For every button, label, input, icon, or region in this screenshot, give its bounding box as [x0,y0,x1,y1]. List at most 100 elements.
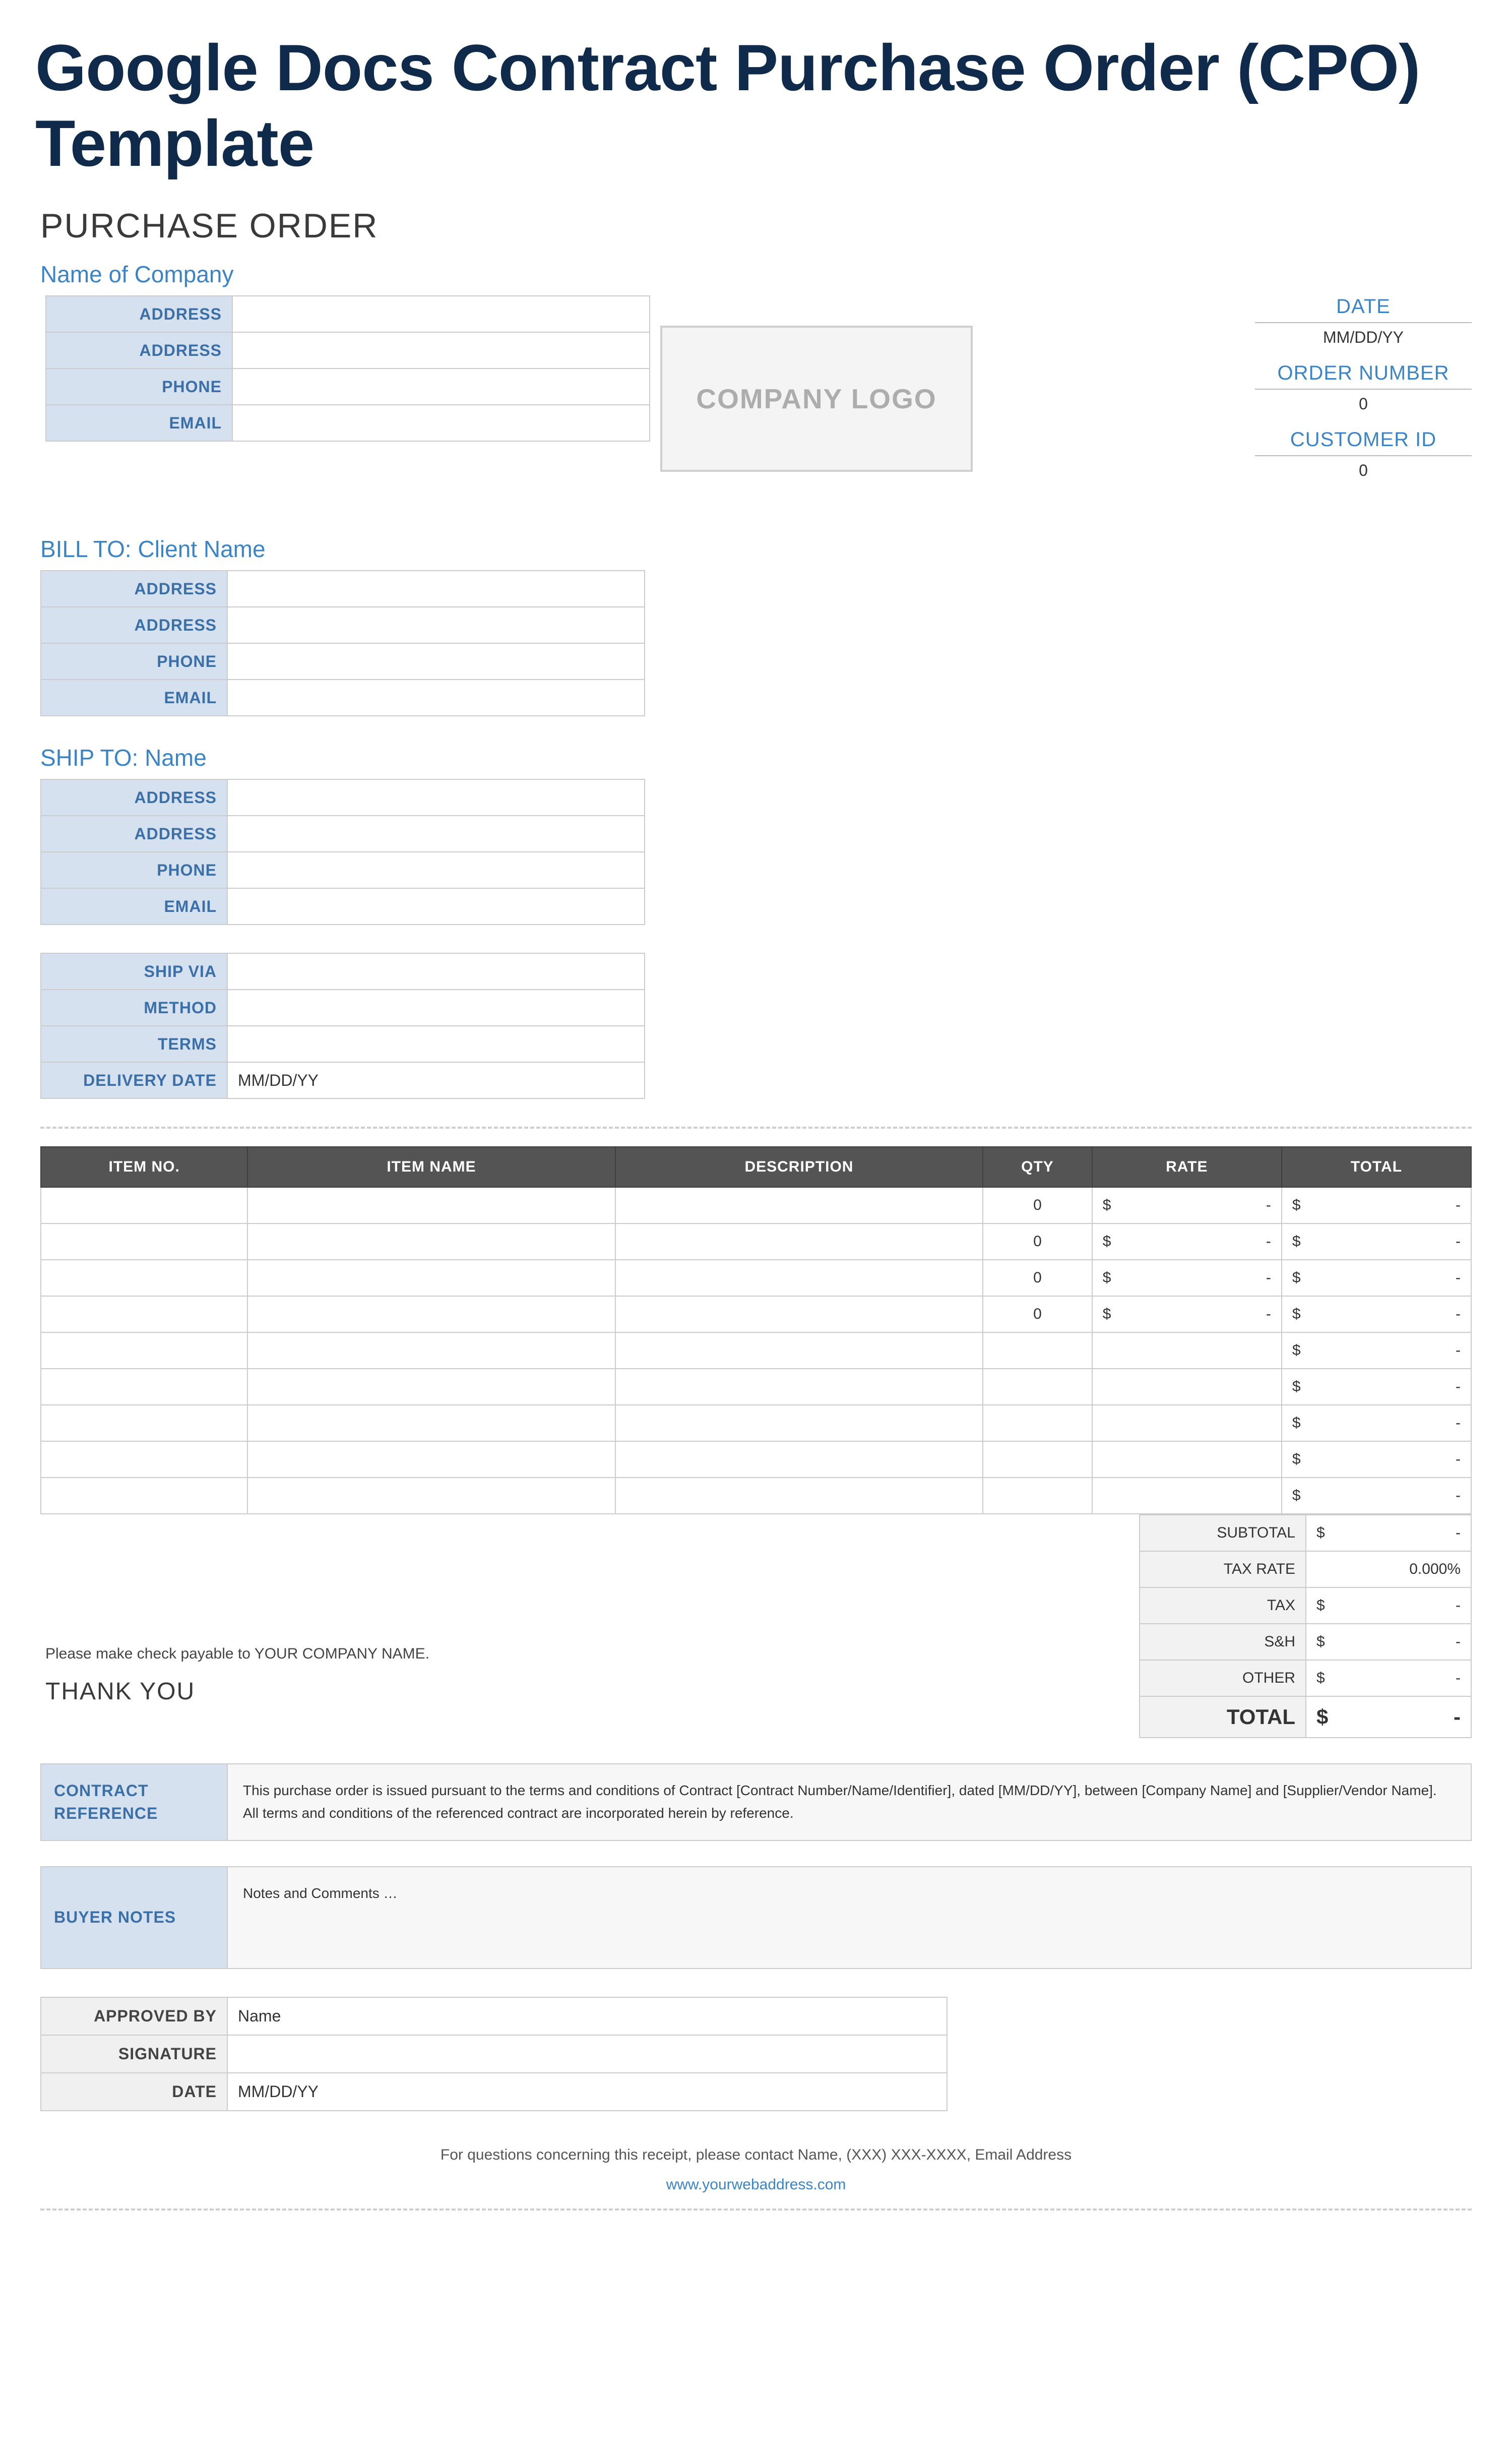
company-info-table: ADDRESSADDRESSPHONEEMAIL [45,295,650,442]
column-header: ITEM NAME [247,1147,615,1187]
cell [615,1405,983,1441]
cell [41,1187,247,1223]
cell [615,1260,983,1296]
cell [983,1478,1092,1514]
field-value [227,888,645,925]
cell [615,1187,983,1223]
summary-label: TAX [1140,1587,1306,1624]
summary-table: SUBTOTAL$-TAX RATE0.000%TAX$-S&H$-OTHER$… [1139,1514,1472,1738]
table-row: METHOD [41,990,645,1026]
field-label: EMAIL [46,405,232,441]
field-label: SHIP VIA [41,953,227,990]
meta-value: 0 [1255,456,1472,480]
cell [247,1296,615,1332]
thank-you: THANK YOU [45,1678,852,1705]
field-label: PHONE [46,369,232,405]
table-row: EMAIL [41,888,645,925]
field-label: METHOD [41,990,227,1026]
cell [983,1332,1092,1369]
table-row: ADDRESS [46,296,650,332]
approval-value [227,2035,947,2073]
approval-label: APPROVED BY [41,1997,227,2035]
cell [41,1260,247,1296]
meta-group: CUSTOMER ID0 [1255,428,1472,480]
table-row: PHONE [41,852,645,888]
field-value [232,332,650,369]
cell: 0 [983,1296,1092,1332]
meta-group: ORDER NUMBER0 [1255,362,1472,413]
cell [1092,1478,1282,1514]
meta-group: DATEMM/DD/YY [1255,295,1472,347]
summary-value: $- [1306,1515,1471,1551]
field-value [227,643,645,680]
money-cell: $- [1282,1478,1471,1514]
cell [615,1223,983,1260]
cell: 0 [983,1260,1092,1296]
table-row: ADDRESS [41,779,645,816]
money-cell: $- [1282,1405,1471,1441]
cell: 0 [983,1187,1092,1223]
field-label: ADDRESS [41,816,227,852]
field-label: DELIVERY DATE [41,1062,227,1098]
cell [1092,1441,1282,1478]
field-label: PHONE [41,643,227,680]
field-value [232,296,650,332]
cell [247,1187,615,1223]
money-cell: $- [1092,1223,1282,1260]
field-value [227,571,645,607]
field-value [227,953,645,990]
cell [615,1296,983,1332]
table-row: ADDRESS [46,332,650,369]
approval-row: APPROVED BYName [41,1997,947,2035]
footer-contact: For questions concerning this receipt, p… [40,2146,1472,2164]
ship-to-title: SHIP TO: Name [40,744,1477,771]
table-row: ADDRESS [41,571,645,607]
cell [1092,1332,1282,1369]
table-row: EMAIL [46,405,650,441]
money-cell: $- [1092,1187,1282,1223]
summary-row: S&H$- [1140,1624,1471,1660]
cell [1092,1405,1282,1441]
summary-row: SUBTOTAL$- [1140,1515,1471,1551]
cell [41,1296,247,1332]
footer: For questions concerning this receipt, p… [40,2146,1472,2193]
table-row: PHONE [46,369,650,405]
money-cell: $- [1282,1369,1471,1405]
cell [615,1478,983,1514]
summary-row: OTHER$- [1140,1660,1471,1696]
money-cell: $- [1282,1441,1471,1478]
summary-row: TAX RATE0.000% [1140,1551,1471,1587]
line-item-row: $- [41,1441,1471,1478]
column-header: ITEM NO. [41,1147,247,1187]
cell [41,1441,247,1478]
money-cell: $- [1282,1296,1471,1332]
shipping-details-table: SHIP VIAMETHODTERMSDELIVERY DATEMM/DD/YY [40,953,645,1099]
grand-total-label: TOTAL [1140,1696,1306,1738]
column-header: DESCRIPTION [615,1147,983,1187]
summary-label: TAX RATE [1140,1551,1306,1587]
table-row: ADDRESS [41,816,645,852]
approval-row: SIGNATURE [41,2035,947,2073]
table-row: TERMS [41,1026,645,1062]
field-label: TERMS [41,1026,227,1062]
summary-value: $- [1306,1587,1471,1624]
field-label: EMAIL [41,888,227,925]
contract-reference-label: CONTRACT REFERENCE [41,1764,228,1840]
cell [41,1405,247,1441]
column-header: QTY [983,1147,1092,1187]
meta-value: 0 [1255,390,1472,413]
approval-row: DATEMM/DD/YY [41,2073,947,2111]
contract-reference-text: This purchase order is issued pursuant t… [228,1764,1471,1840]
table-row: PHONE [41,643,645,680]
field-value [227,852,645,888]
meta-label: CUSTOMER ID [1255,428,1472,456]
cell [247,1332,615,1369]
cell [983,1369,1092,1405]
table-row: SHIP VIA [41,953,645,990]
grand-total-value: $- [1306,1696,1471,1738]
page-title: Google Docs Contract Purchase Order (CPO… [35,30,1477,181]
cell [41,1223,247,1260]
field-label: ADDRESS [41,571,227,607]
field-value [227,990,645,1026]
grand-total-row: TOTAL$- [1140,1696,1471,1738]
